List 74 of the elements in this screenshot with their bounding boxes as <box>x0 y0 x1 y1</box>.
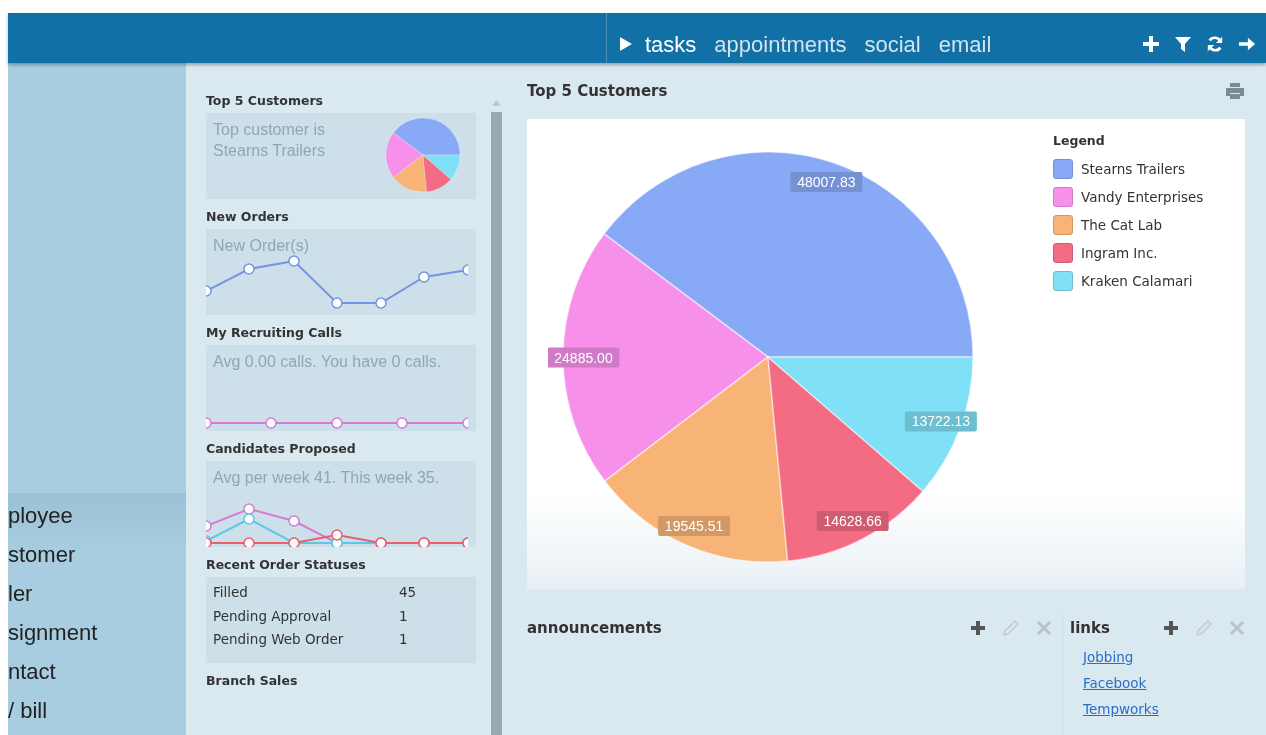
data-point <box>206 417 212 429</box>
data-point <box>243 537 255 547</box>
widget-title: Top 5 Customers <box>206 93 324 110</box>
chart-title: Top 5 Customers <box>527 82 668 100</box>
data-label: 24885.00 <box>548 347 620 368</box>
data-label: 19545.51 <box>664 518 724 535</box>
widget-title: Recent Order Statuses <box>206 557 367 574</box>
refresh-icon[interactable] <box>1206 35 1224 53</box>
data-point <box>288 255 300 267</box>
widget-title: New Orders <box>206 209 290 226</box>
legend-label: Ingram Inc. <box>1081 245 1158 261</box>
widget-text: Avg 0.00 calls. You have 0 calls. <box>212 352 443 372</box>
plus-icon[interactable] <box>1142 35 1160 53</box>
data-point <box>375 297 387 309</box>
nav-item[interactable]: stomer <box>8 540 186 579</box>
link[interactable]: Jobbing <box>1083 649 1134 665</box>
data-point <box>288 515 300 527</box>
widget-text: Avg per week 41. This week 35. <box>212 468 441 488</box>
nav-item[interactable]: ntact <box>8 657 186 696</box>
arrow-right-icon[interactable] <box>1238 35 1256 53</box>
data-point <box>265 417 277 429</box>
data-point <box>331 417 343 429</box>
widget-title: Branch Sales <box>206 672 299 690</box>
legend-label: Kraken Calamari <box>1081 273 1193 289</box>
data-point <box>331 297 343 309</box>
panel-title: announcements <box>527 619 662 637</box>
tab[interactable]: email <box>938 32 992 58</box>
legend-title: Legend <box>1053 133 1106 148</box>
data-label: 48007.83 <box>797 173 856 190</box>
legend-label: Stearns Trailers <box>1081 161 1186 177</box>
widget-title: Candidates Proposed <box>206 441 357 458</box>
data-label: 24885.00 <box>554 349 613 366</box>
data-point <box>243 503 255 515</box>
status-label: Pending Approval <box>213 607 333 626</box>
panel-title: links <box>1069 619 1110 637</box>
data-label: 14628.66 <box>823 512 883 529</box>
widget-text: New Order(s) <box>212 236 310 256</box>
widget-text: Top customer is Stearns Trailers <box>212 120 327 161</box>
link[interactable]: Facebook <box>1083 675 1147 691</box>
data-label: 19545.51 <box>658 516 731 537</box>
data-point <box>243 513 255 525</box>
link[interactable]: Tempworks <box>1083 701 1159 717</box>
print-icon[interactable] <box>1225 82 1245 100</box>
data-point <box>206 285 212 297</box>
tab[interactable]: appointments <box>714 32 847 58</box>
status-count: 45 <box>399 584 417 602</box>
legend-label: Vandy Enterprises <box>1081 189 1204 205</box>
status-count: 1 <box>399 607 408 626</box>
data-label: 48007.83 <box>790 172 863 192</box>
data-point <box>331 529 343 541</box>
data-point <box>396 417 408 429</box>
widget-title: My Recruiting Calls <box>206 325 343 342</box>
data-point <box>462 264 468 276</box>
data-point <box>462 417 468 429</box>
filter-icon[interactable] <box>1174 35 1192 53</box>
nav-item[interactable]: / bill <box>8 696 186 735</box>
tab[interactable]: tasks <box>645 32 697 58</box>
nav-item[interactable]: ler <box>8 579 186 618</box>
play-icon[interactable] <box>619 36 633 52</box>
plus-icon[interactable] <box>970 620 986 636</box>
status-label: Filled <box>213 584 249 602</box>
data-label: 13722.13 <box>911 413 971 430</box>
nav-item[interactable]: ployee <box>8 501 186 540</box>
plus-icon[interactable] <box>1163 620 1179 636</box>
status-label: Pending Web Order <box>213 631 345 649</box>
data-label: 13722.13 <box>904 411 977 432</box>
data-point <box>243 263 255 275</box>
status-count: 1 <box>399 631 408 649</box>
scrollbar[interactable] <box>490 63 503 735</box>
data-point <box>418 271 430 283</box>
nav-item[interactable]: signment <box>8 618 186 657</box>
legend-label: The Cat Lab <box>1081 217 1163 233</box>
tab[interactable]: social <box>864 32 921 58</box>
data-point <box>206 520 212 532</box>
